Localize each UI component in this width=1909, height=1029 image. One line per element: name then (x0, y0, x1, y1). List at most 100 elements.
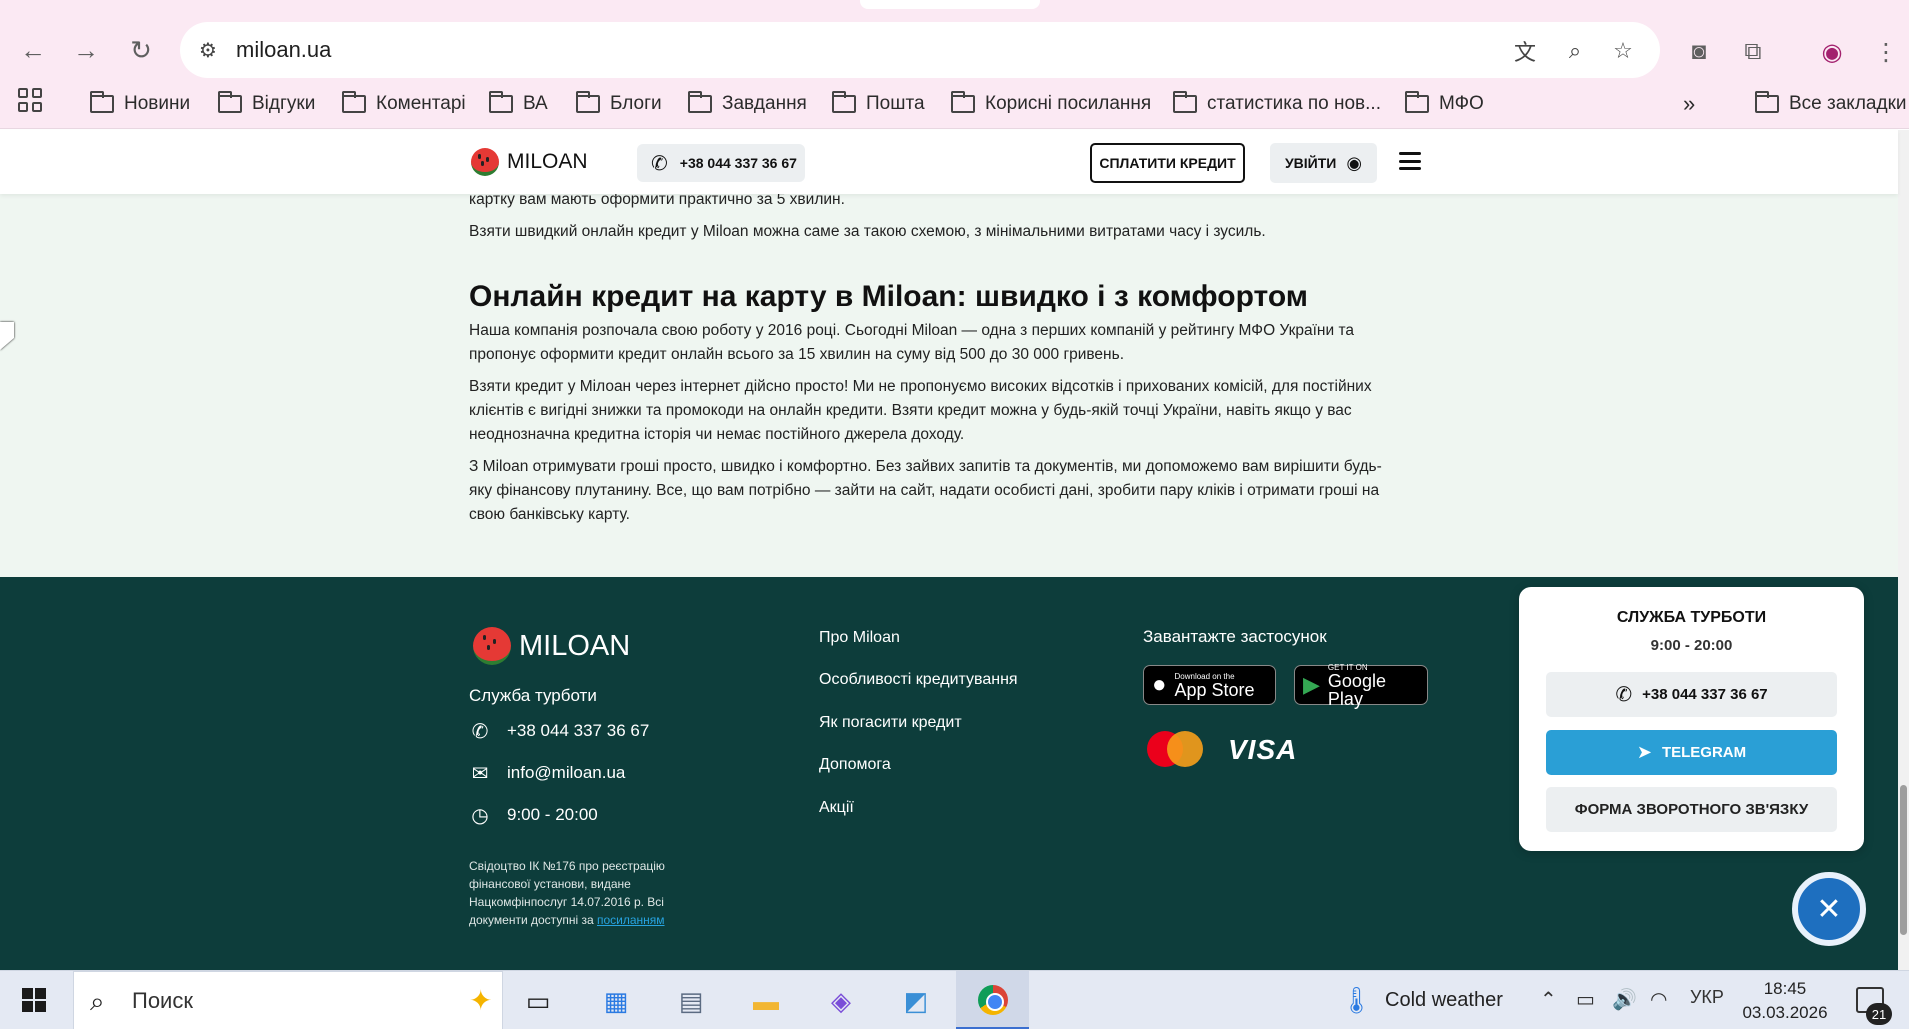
profile-icon[interactable]: ◉ (1816, 36, 1848, 68)
footer-link-repay[interactable]: Як погасити кредит (819, 714, 962, 732)
watermelon-logo-icon (473, 627, 511, 665)
bookmark-folder[interactable]: Коментарі (342, 89, 466, 119)
more-bookmarks-icon[interactable]: » (1683, 89, 1695, 119)
paragraph: Взяти кредит у Мілоан через інтернет дій… (469, 378, 1372, 395)
store-icon[interactable]: ▦ (596, 981, 636, 1021)
site-settings-icon[interactable]: ⚙ (194, 36, 222, 64)
paragraph: З Miloan отримувати гроші просто, швидко… (469, 458, 1382, 475)
translate-icon[interactable]: 文 (1510, 36, 1540, 66)
bookmark-folder[interactable]: Пошта (832, 89, 925, 119)
folder-icon (1755, 91, 1779, 113)
forward-icon[interactable]: → (67, 31, 105, 69)
back-icon[interactable]: ← (14, 31, 52, 69)
care-widget: СЛУЖБА ТУРБОТИ 9:00 - 20:00 ✆ +38 044 33… (1519, 587, 1864, 851)
google-play-button[interactable]: ▶ GET IT ON Google Play (1294, 663, 1428, 708)
all-bookmarks[interactable]: Все закладки (1755, 89, 1907, 119)
article-section: картку вам мають оформити практично за 5… (0, 191, 1898, 577)
care-widget-hours: 9:00 - 20:00 (1650, 637, 1733, 654)
volume-icon[interactable]: 🔊 (1612, 987, 1637, 1012)
browser-toolbar: ← → ↻ ⚙ miloan.ua 文 ⌕ ☆ ◙ ⧉ ◉ ⋮ (0, 9, 1909, 79)
care-widget-title: СЛУЖБА ТУРБОТИ (1616, 609, 1767, 626)
app-store-button[interactable]: ● Download on the App Store (1143, 665, 1276, 705)
paragraph: пропонує оформити кредит онлайн всього з… (469, 346, 1124, 363)
header-phone-button[interactable]: ✆ +38 044 337 36 67 (637, 144, 805, 182)
login-button[interactable]: УВІЙТИ ◉ (1270, 143, 1377, 183)
clock-icon: ◷ (471, 804, 489, 827)
telegram-button[interactable]: ➤ TELEGRAM (1546, 730, 1837, 775)
footer-phone[interactable]: ✆ +38 044 337 36 67 (469, 720, 650, 743)
hamburger-menu-icon[interactable] (1399, 152, 1421, 170)
bookmark-folder[interactable]: Новини (90, 89, 190, 119)
paragraph: неоднозначна кредитна історія чи немає п… (469, 426, 965, 443)
apps-icon[interactable] (18, 88, 42, 112)
reload-icon[interactable]: ↻ (122, 31, 160, 69)
header-logo[interactable]: MILOAN (471, 148, 588, 176)
task-view-icon[interactable]: ▭ (518, 981, 558, 1021)
notes-app-icon[interactable]: ◩ (896, 981, 936, 1021)
footer-hours: ◷ 9:00 - 20:00 (469, 804, 597, 827)
zoom-icon[interactable]: ⌕ (1560, 36, 1590, 66)
wifi-icon[interactable]: ◠ (1650, 987, 1667, 1012)
folder-icon (218, 91, 242, 113)
phone-icon: ✆ (1615, 684, 1633, 706)
windows-start-icon[interactable] (22, 988, 46, 1012)
footer-logo[interactable]: MILOAN (473, 627, 630, 665)
phone-icon: ✆ (651, 152, 668, 175)
paragraph: Наша компанія розпочала свою роботу у 20… (469, 322, 1354, 339)
menu-dots-icon[interactable]: ⋮ (1870, 36, 1902, 68)
address-bar[interactable]: ⚙ miloan.ua 文 ⌕ ☆ (180, 22, 1660, 78)
bookmark-folder[interactable]: ВА (489, 89, 548, 119)
user-circle-icon: ◉ (1346, 152, 1363, 173)
bookmark-star-icon[interactable]: ☆ (1608, 36, 1638, 66)
mail-icon: ✉ (471, 762, 489, 785)
care-phone-button[interactable]: ✆ +38 044 337 36 67 (1546, 672, 1837, 717)
telegram-icon: ➤ (1636, 742, 1652, 762)
legal-text: Свідоцтво ІК №176 про реєстрацію фінансо… (469, 859, 665, 927)
paragraph: клієнтів є вигідні знижки та промокоди н… (469, 402, 1352, 419)
language-indicator[interactable]: УКР (1690, 987, 1724, 1008)
chrome-icon (978, 985, 1008, 1015)
bookmark-folder[interactable]: статистика по нов... (1173, 89, 1381, 119)
thermometer-icon: 🌡 (1340, 985, 1374, 1015)
screenshot-icon[interactable]: ◙ (1683, 36, 1715, 68)
bookmark-folder[interactable]: Блоги (576, 89, 662, 119)
folder-icon (951, 91, 975, 113)
folder-icon (832, 91, 856, 113)
bookmark-folder[interactable]: Корисні посилання (951, 89, 1151, 119)
copilot-icon[interactable]: ◈ (821, 981, 861, 1021)
feedback-form-button[interactable]: ФОРМА ЗВОРОТНОГО ЗВ'ЯЗКУ (1546, 787, 1837, 832)
taskbar-search[interactable]: ⌕ Поиск ✦ (73, 971, 503, 1029)
footer-link-help[interactable]: Допомога (819, 756, 891, 774)
url-text[interactable]: miloan.ua (236, 37, 331, 63)
footer-link-about[interactable]: Про Miloan (819, 629, 900, 647)
visa-logo: VISA (1228, 734, 1298, 765)
pay-credit-button[interactable]: СПЛАТИТИ КРЕДИТ (1090, 143, 1245, 183)
mastercard-icon (1147, 731, 1205, 767)
folder-icon (489, 91, 513, 113)
bookmark-folder[interactable]: Завдання (688, 89, 807, 119)
system-clock[interactable]: 18:45 03.03.2026 (1740, 977, 1830, 1025)
section-heading: Онлайн кредит на карту в Miloan: швидко … (469, 280, 1308, 313)
extensions-icon[interactable]: ⧉ (1737, 36, 1769, 68)
active-tab[interactable] (860, 0, 1040, 9)
file-explorer-icon[interactable]: ▬ (746, 981, 786, 1021)
close-widget-icon[interactable]: ✕ (1792, 872, 1866, 946)
battery-icon[interactable]: ▭ (1576, 987, 1595, 1012)
page-scrollbar[interactable] (1898, 130, 1909, 970)
bookmarks-bar: Новини Відгуки Коментарі ВА Блоги Завдан… (0, 79, 1909, 129)
bookmark-folder[interactable]: МФО (1405, 89, 1484, 119)
footer-link-features[interactable]: Особливості кредитування (819, 671, 1018, 689)
paragraph: яку фінансову плутанину. Все, що вам пот… (469, 482, 1380, 499)
windows-taskbar: ⌕ Поиск ✦ ▭ ▦ ▤ ▬ ◈ ◩ 🌡 Cold weather ⌃ ▭… (0, 970, 1909, 1029)
documents-link[interactable]: посиланням (597, 913, 665, 927)
calculator-icon[interactable]: ▤ (671, 981, 711, 1021)
chevron-up-icon[interactable]: ⌃ (1540, 987, 1557, 1012)
tab-strip (0, 0, 1909, 9)
weather-widget[interactable]: 🌡 Cold weather (1340, 985, 1503, 1016)
paragraph: Взяти швидкий онлайн кредит у Miloan мож… (469, 223, 1266, 240)
footer-email[interactable]: ✉ info@miloan.ua (469, 762, 626, 785)
app-download-title: Завантажте застосунок (1143, 627, 1327, 646)
bookmark-folder[interactable]: Відгуки (218, 89, 315, 119)
scrollbar-thumb[interactable] (1900, 785, 1907, 935)
footer-link-promo[interactable]: Акції (819, 799, 854, 817)
